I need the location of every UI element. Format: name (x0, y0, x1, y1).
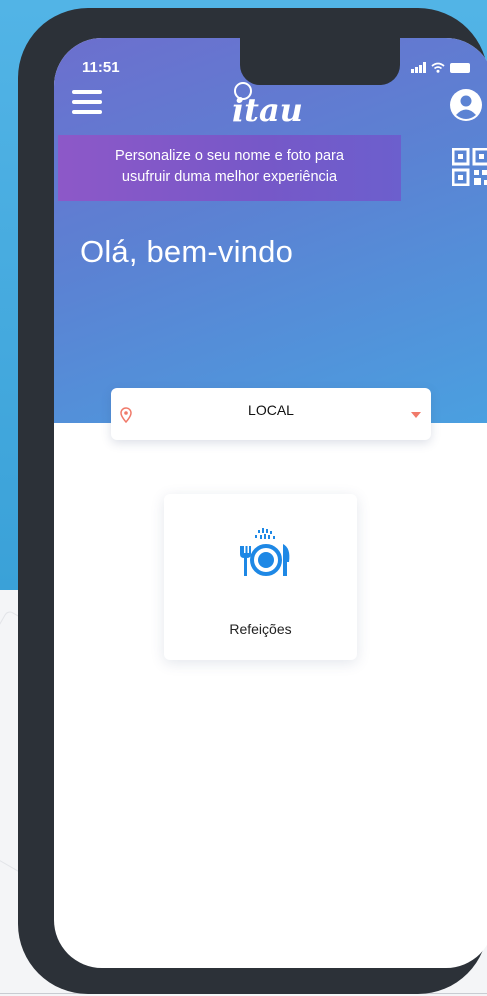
banner-line-1: Personalize o seu nome e foto para (115, 148, 344, 164)
wifi-icon (431, 62, 445, 73)
card-label: Refeições (229, 621, 292, 637)
status-icons (411, 62, 470, 73)
meal-icon (240, 528, 290, 576)
phone-frame: 11:51 itau Personalize o seu nome e foto… (18, 8, 487, 994)
banner-line-2: usufruir duma melhor experiência (121, 169, 338, 185)
status-time: 11:51 (82, 59, 120, 76)
app-screen: 11:51 itau Personalize o seu nome e foto… (54, 38, 487, 968)
chevron-down-icon (411, 412, 421, 418)
signal-icon (411, 62, 426, 73)
battery-icon (450, 62, 470, 73)
meals-card[interactable]: Refeições (164, 494, 357, 660)
phone-notch (240, 38, 400, 85)
profile-icon[interactable] (449, 88, 483, 122)
brand-logo: itau (232, 82, 332, 130)
personalize-banner[interactable]: Personalize o seu nome e foto para usufr… (58, 135, 401, 201)
logo-emblem-icon (234, 82, 252, 100)
welcome-heading: Olá, bem-vindo (80, 234, 294, 269)
location-selector[interactable]: LOCAL (111, 388, 431, 440)
location-label: LOCAL (248, 402, 294, 418)
qr-code-icon[interactable] (452, 148, 487, 186)
menu-icon[interactable] (72, 90, 102, 114)
